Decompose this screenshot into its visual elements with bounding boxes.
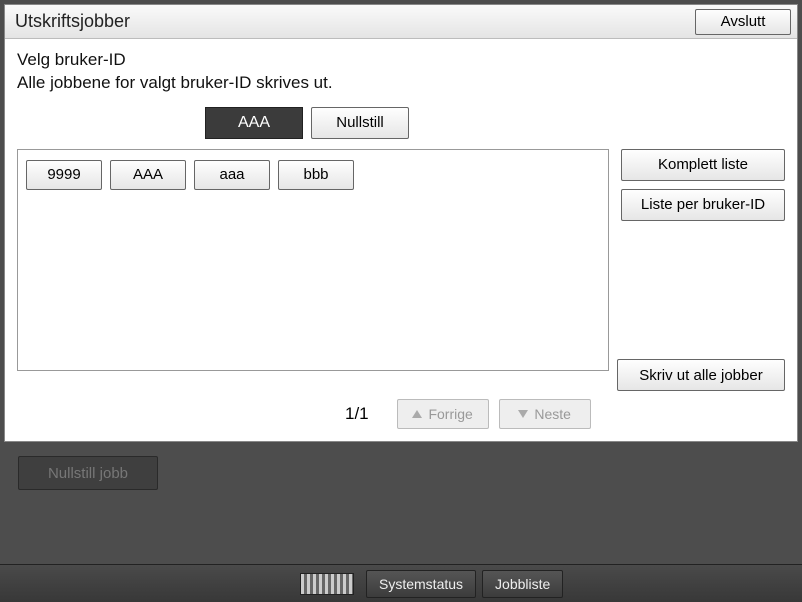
dialog-content: Velg bruker-ID Alle jobbene for valgt br… <box>5 39 797 441</box>
selection-row: AAA Nullstill <box>17 107 785 139</box>
dialog-title: Utskriftsjobber <box>11 11 695 32</box>
instruction-line-2: Alle jobbene for valgt bruker-ID skrives… <box>17 72 785 95</box>
prev-button: Forrige <box>397 399 489 429</box>
triangle-down-icon <box>518 410 528 418</box>
status-indicator-icon <box>300 573 354 595</box>
user-id-list: 9999 AAA aaa bbb <box>17 149 609 371</box>
pager: 1/1 Forrige Neste <box>5 399 797 429</box>
page-indicator: 1/1 <box>345 404 369 424</box>
user-id-item[interactable]: AAA <box>110 160 186 190</box>
instructions: Velg bruker-ID Alle jobbene for valgt br… <box>17 49 785 95</box>
print-all-jobs-button[interactable]: Skriv ut alle jobber <box>617 359 785 391</box>
reset-job-button-disabled: Nullstill jobb <box>18 456 158 490</box>
triangle-up-icon <box>412 410 422 418</box>
selected-user-display: AAA <box>205 107 303 139</box>
bottombar: Systemstatus Jobbliste <box>0 564 802 602</box>
next-button: Neste <box>499 399 591 429</box>
job-list-button[interactable]: Jobbliste <box>482 570 563 598</box>
exit-button[interactable]: Avslutt <box>695 9 791 35</box>
complete-list-button[interactable]: Komplett liste <box>621 149 785 181</box>
next-label: Neste <box>534 406 571 422</box>
prev-label: Forrige <box>428 406 472 422</box>
instruction-line-1: Velg bruker-ID <box>17 49 785 72</box>
user-id-item[interactable]: bbb <box>278 160 354 190</box>
user-id-item[interactable]: aaa <box>194 160 270 190</box>
titlebar: Utskriftsjobber Avslutt <box>5 5 797 39</box>
print-jobs-dialog: Utskriftsjobber Avslutt Velg bruker-ID A… <box>4 4 798 442</box>
system-status-button[interactable]: Systemstatus <box>366 570 476 598</box>
user-id-item[interactable]: 9999 <box>26 160 102 190</box>
list-per-user-button[interactable]: Liste per bruker-ID <box>621 189 785 221</box>
reset-button[interactable]: Nullstill <box>311 107 409 139</box>
